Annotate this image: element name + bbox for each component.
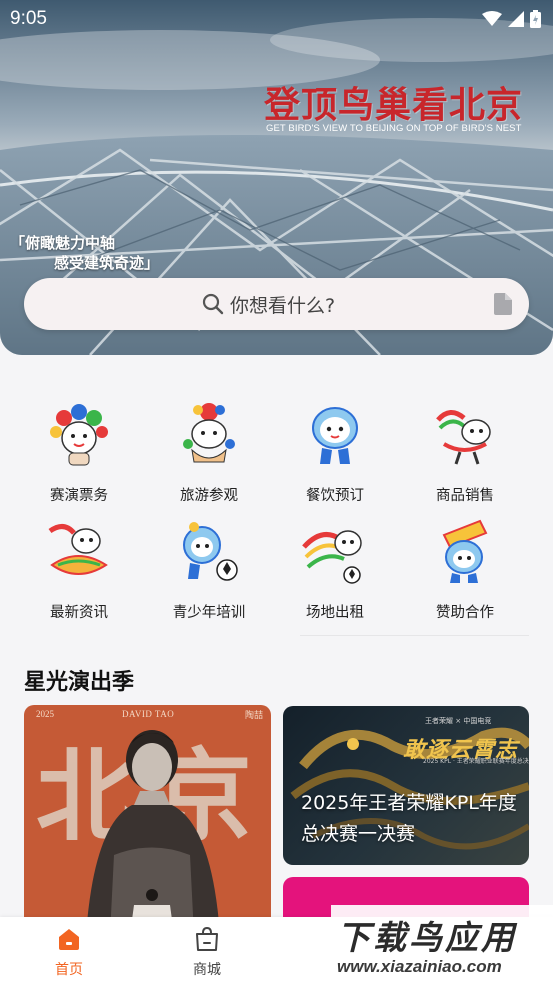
category-item-training[interactable]: 青少年培训 [154,517,264,622]
mascot-news-icon [48,524,108,575]
category-label: 餐饮预订 [306,488,364,504]
category-item-sponsor[interactable]: 赞助合作 [410,517,520,622]
mascot-training-icon [183,522,238,581]
watermark-title: 下载鸟应用 [337,918,517,957]
category-label: 青少年培训 [172,605,246,621]
search-placeholder[interactable]: 你想看什么? [230,291,335,318]
status-time: 9:05 [10,8,47,29]
nav-shop[interactable]: 商城 [167,926,247,979]
signal-icon [508,11,524,27]
section-title: 星光演出季 [24,670,135,695]
category-label: 旅游参观 [180,488,238,504]
category-item-tickets[interactable]: 赛演票务 [24,400,134,505]
category-item-tour[interactable]: 旅游参观 [154,400,264,505]
kpl-title: 2025年王者荣耀KPL年度总决赛一决赛 [301,792,517,845]
concert-card[interactable]: 2025 DAVID TAO 陶喆 北京 [24,705,271,935]
kpl-brand-logos: 王者荣耀 × 中国电竞 [425,717,492,725]
mascot-merch-icon [436,410,491,465]
watermark: 下载鸟应用 www.xiazainiao.com [331,905,553,984]
category-label: 赞助合作 [436,605,494,621]
category-item-merch[interactable]: 商品销售 [410,400,520,505]
category-item-venue[interactable]: 场地出租 [280,517,390,622]
nav-home[interactable]: 首页 [29,927,109,979]
category-label: 最新资讯 [50,605,108,621]
hero-slogan-line2: 感受建筑奇迹」 [54,254,160,272]
mascot-tour-icon [183,403,235,463]
singer-portrait-image [86,730,220,935]
hero-slogan-line1: 「俯瞰魅力中轴 [10,234,116,252]
category-label: 赛演票务 [50,488,108,504]
wifi-icon [482,11,502,26]
category-item-news[interactable]: 最新资讯 [24,517,134,622]
mascot-sponsor-icon [442,519,488,583]
watermark-url: www.xiazainiao.com [337,957,502,976]
hero-slogan: 「俯瞰魅力中轴 感受建筑奇迹」 [10,233,159,273]
hero-banner[interactable]: 9:05 登顶鸟巢看北京 GET BIRD'S VIEW TO BEIJING … [0,0,553,355]
kpl-caption: 2025 KPL · 王者荣耀职业联赛年度总决赛 [423,758,529,765]
shopping-bag-icon [196,926,218,951]
divider [300,635,529,636]
search-bar[interactable]: 你想看什么? [24,278,529,330]
mascot-tickets-icon [50,404,108,466]
kpl-card[interactable]: 王者荣耀 × 中国电竞 敢逐云霄志 2025 KPL · 王者荣耀职业联赛年度总… [283,706,529,865]
search-icon [202,293,224,315]
status-bar: 9:05 [10,8,541,30]
nav-home-label: 首页 [55,962,83,978]
category-item-dining[interactable]: 餐饮预订 [280,400,390,505]
mascot-venue-icon [302,530,362,584]
battery-icon [530,10,541,28]
hero-title: 登顶鸟巢看北京 [264,84,524,125]
category-label: 场地出租 [306,605,364,621]
status-icons [482,10,541,28]
hero-subtitle: GET BIRD'S VIEW TO BEIJING ON TOP OF BIR… [266,123,522,134]
category-label: 商品销售 [436,488,494,504]
document-icon[interactable] [494,293,512,315]
home-icon [59,929,79,950]
nav-shop-label: 商城 [193,962,221,978]
mascot-dining-icon [312,407,358,464]
